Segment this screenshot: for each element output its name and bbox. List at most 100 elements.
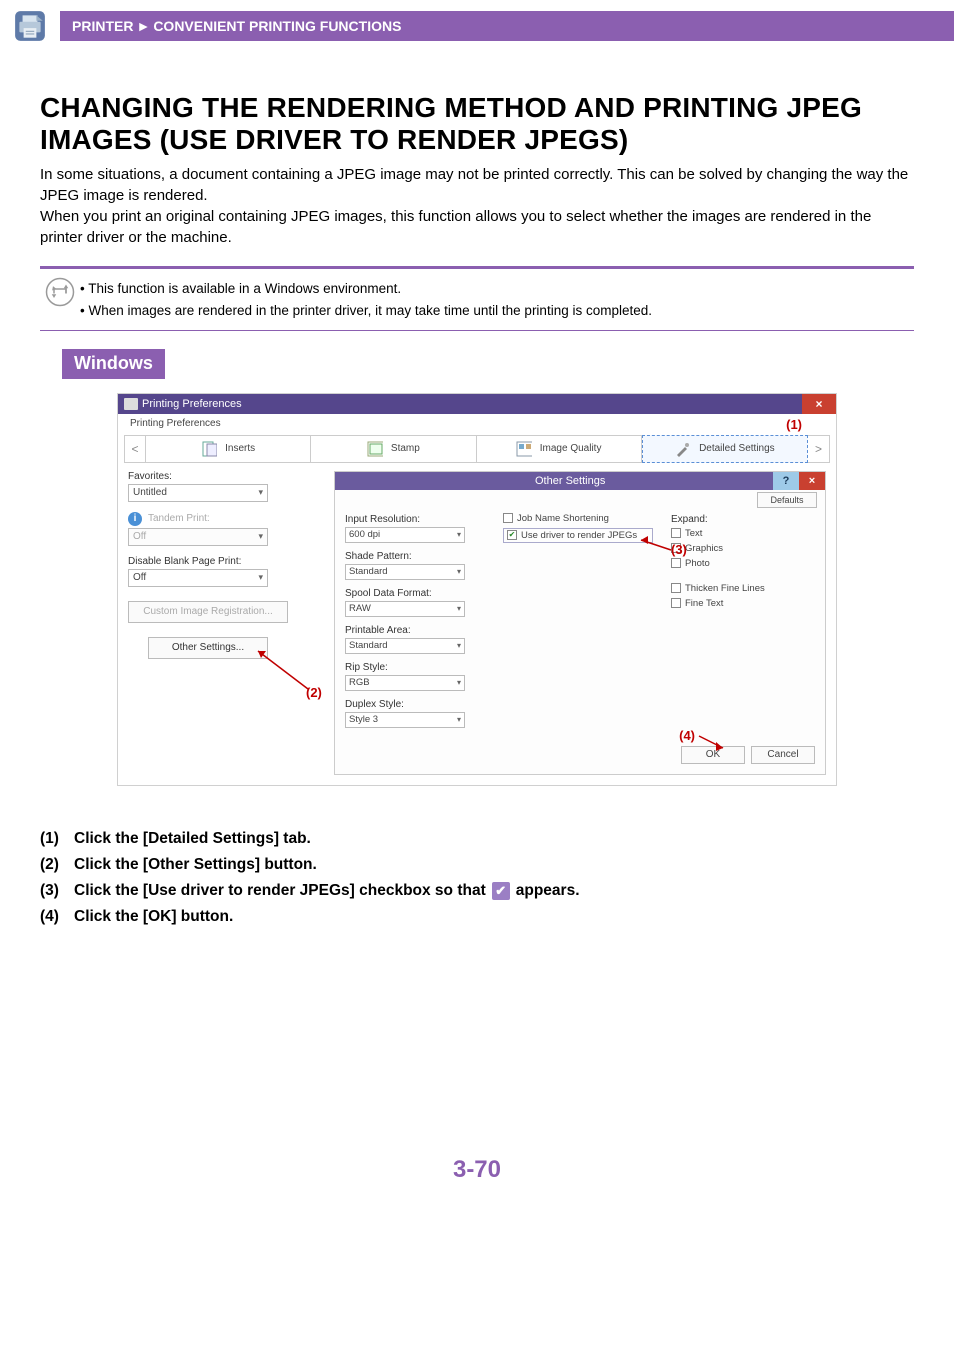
tab-next-button[interactable]: > <box>808 435 830 463</box>
job-name-shortening-checkbox[interactable]: Job Name Shortening <box>503 513 653 524</box>
breadcrumb-section: PRINTER <box>72 18 133 34</box>
note-item-2: • When images are rendered in the printe… <box>80 300 652 322</box>
expand-photo-checkbox[interactable]: Photo <box>671 558 801 569</box>
checkbox-icon <box>671 598 681 608</box>
dialog-close-button[interactable]: × <box>802 394 836 414</box>
favorites-label: Favorites: <box>128 471 328 482</box>
checkmark-icon: ✔ <box>492 882 510 900</box>
intro-paragraph-2: When you print an original containing JP… <box>40 206 914 248</box>
detailed-settings-icon <box>675 441 691 457</box>
dialog-titlebar: Printing Preferences × <box>118 394 836 414</box>
tab-header-label: Printing Preferences <box>124 416 227 431</box>
callout-4-arrow <box>695 734 725 754</box>
tandem-print-select: Off ▾ <box>128 528 268 546</box>
thicken-fine-lines-checkbox[interactable]: Thicken Fine Lines <box>671 583 801 594</box>
chevron-down-icon: ▾ <box>457 641 461 650</box>
checkbox-icon <box>503 513 513 523</box>
spool-format-label: Spool Data Format: <box>345 588 485 599</box>
custom-image-registration-button: Custom Image Registration... <box>128 601 288 623</box>
chevron-down-icon: ▾ <box>258 531 263 542</box>
expand-label: Expand: <box>671 514 801 525</box>
panel-help-button[interactable]: ? <box>773 472 799 490</box>
step-4: (4) Click the [OK] button. <box>40 908 914 926</box>
tab-label: Stamp <box>391 443 420 454</box>
printer-icon <box>13 9 47 43</box>
tandem-value: Off <box>133 531 146 542</box>
rip-style-label: Rip Style: <box>345 662 485 673</box>
chevron-down-icon: ▾ <box>457 530 461 539</box>
tab-strip: < Inserts Stamp Imag <box>118 431 836 463</box>
callout-1: (1) <box>786 417 802 432</box>
breadcrumb: PRINTER ► CONVENIENT PRINTING FUNCTIONS <box>60 11 954 41</box>
cancel-button[interactable]: Cancel <box>751 746 815 764</box>
callout-3: (3) <box>671 542 687 557</box>
note-icon <box>40 277 80 307</box>
printing-preferences-dialog: Printing Preferences × Printing Preferen… <box>117 393 837 786</box>
step-1: (1) Click the [Detailed Settings] tab. <box>40 830 914 848</box>
panel-titlebar: Other Settings ? × <box>335 472 825 490</box>
page-number: 3-70 <box>0 1156 954 1204</box>
input-resolution-label: Input Resolution: <box>345 514 485 525</box>
image-quality-icon <box>516 441 532 457</box>
os-label: Windows <box>62 349 165 379</box>
breadcrumb-page: CONVENIENT PRINTING FUNCTIONS <box>153 18 401 34</box>
note-item-1: • This function is available in a Window… <box>80 278 652 300</box>
shade-pattern-label: Shade Pattern: <box>345 551 485 562</box>
rip-style-select[interactable]: RGB▾ <box>345 675 465 691</box>
favorites-value: Untitled <box>133 487 167 498</box>
steps-list: (1) Click the [Detailed Settings] tab. (… <box>0 830 954 926</box>
info-icon: i <box>128 512 142 526</box>
page-title: CHANGING THE RENDERING METHOD AND PRINTI… <box>40 92 914 156</box>
disable-blank-value: Off <box>133 572 146 583</box>
spool-format-select[interactable]: RAW▾ <box>345 601 465 617</box>
other-settings-panel: Other Settings ? × Defaults <box>334 471 826 775</box>
note-block: • This function is available in a Window… <box>40 277 914 321</box>
tab-image-quality[interactable]: Image Quality <box>477 435 642 463</box>
disable-blank-select[interactable]: Off ▾ <box>128 569 268 587</box>
callout-2: (2) <box>306 685 322 700</box>
dialog-title: Printing Preferences <box>142 398 242 410</box>
tandem-print-label: Tandem Print: <box>148 513 210 524</box>
shade-pattern-select[interactable]: Standard▾ <box>345 564 465 580</box>
step-3: (3) Click the [Use driver to render JPEG… <box>40 882 914 900</box>
intro-paragraph-1: In some situations, a document containin… <box>40 164 914 206</box>
use-driver-render-jpegs-checkbox[interactable]: Use driver to render JPEGs <box>503 528 653 543</box>
page-header: PRINTER ► CONVENIENT PRINTING FUNCTIONS <box>0 0 954 52</box>
disable-blank-label: Disable Blank Page Print: <box>128 556 328 567</box>
tab-stamp[interactable]: Stamp <box>311 435 476 463</box>
tab-label: Detailed Settings <box>699 443 775 454</box>
callout-4: (4) <box>679 728 695 743</box>
tab-detailed-settings[interactable]: Detailed Settings <box>642 435 808 463</box>
step-2: (2) Click the [Other Settings] button. <box>40 856 914 874</box>
divider <box>40 266 914 269</box>
tab-label: Inserts <box>225 443 255 454</box>
section-icon <box>0 0 60 52</box>
duplex-style-select[interactable]: Style 3▾ <box>345 712 465 728</box>
duplex-style-label: Duplex Style: <box>345 699 485 710</box>
printer-icon <box>124 398 138 410</box>
chevron-down-icon: ▾ <box>258 487 263 498</box>
chevron-down-icon: ▾ <box>457 715 461 724</box>
tab-inserts[interactable]: Inserts <box>146 435 311 463</box>
chevron-down-icon: ▾ <box>457 604 461 613</box>
inserts-icon <box>201 441 217 457</box>
other-settings-button[interactable]: Other Settings... <box>148 637 268 659</box>
checkbox-icon <box>671 583 681 593</box>
expand-text-checkbox[interactable]: Text <box>671 528 801 539</box>
favorites-select[interactable]: Untitled ▾ <box>128 484 268 502</box>
chevron-down-icon: ▾ <box>457 678 461 687</box>
tab-prev-button[interactable]: < <box>124 435 146 463</box>
panel-close-button[interactable]: × <box>799 472 825 490</box>
printable-area-select[interactable]: Standard▾ <box>345 638 465 654</box>
tab-label: Image Quality <box>540 443 602 454</box>
stamp-icon <box>367 441 383 457</box>
checkbox-checked-icon <box>507 530 517 540</box>
printable-area-label: Printable Area: <box>345 625 485 636</box>
input-resolution-select[interactable]: 600 dpi▾ <box>345 527 465 543</box>
chevron-down-icon: ▾ <box>457 567 461 576</box>
checkbox-icon <box>671 558 681 568</box>
fine-text-checkbox[interactable]: Fine Text <box>671 598 801 609</box>
panel-title: Other Settings <box>535 475 605 487</box>
expand-graphics-checkbox[interactable]: Graphics <box>671 543 801 554</box>
breadcrumb-separator-icon: ► <box>136 18 150 34</box>
